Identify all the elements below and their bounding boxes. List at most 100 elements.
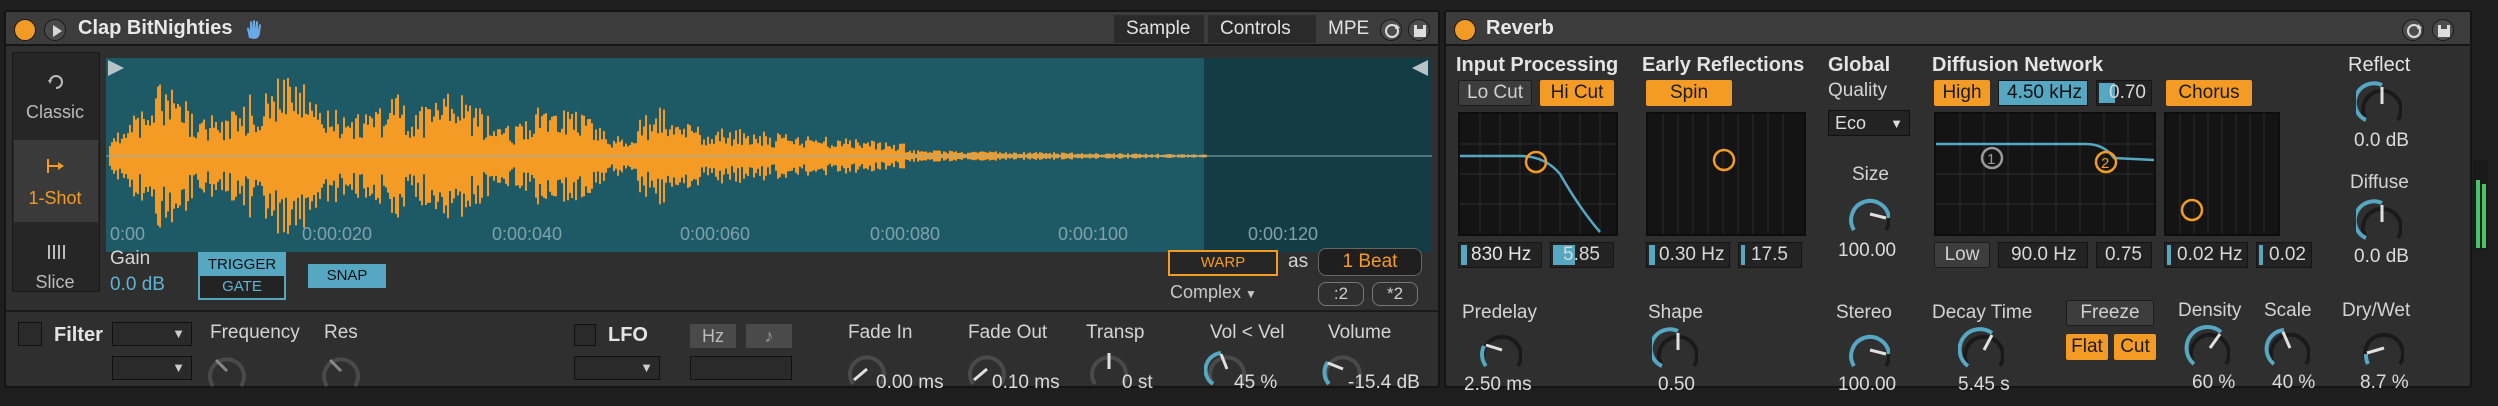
mode-oneshot[interactable] (14, 140, 98, 222)
hand-icon[interactable] (242, 18, 266, 42)
play-icon (53, 25, 62, 37)
diffuse-knob[interactable] (2356, 196, 2402, 242)
double-label: *2 (1386, 284, 1404, 303)
lo-cut-button[interactable]: Lo Cut (1458, 80, 1532, 106)
gain-label: Gain (110, 248, 151, 269)
hot-swap-button[interactable] (2402, 19, 2424, 41)
bottom-divider (6, 310, 1438, 312)
hot-swap-button[interactable] (1380, 19, 1402, 41)
low-freq-field[interactable]: 90.0 Hz (1998, 242, 2088, 268)
chorus-display[interactable] (2164, 112, 2280, 236)
warp-button[interactable]: WARP (1168, 250, 1278, 276)
half-tempo-button[interactable]: :2 (1318, 282, 1364, 306)
beat-length-field[interactable]: 1 Beat (1318, 248, 1422, 276)
save-preset-button[interactable] (2432, 19, 2454, 41)
lfo-hz-button[interactable]: Hz (690, 324, 736, 348)
transp-label: Transp (1086, 322, 1145, 343)
diffusion-node-2[interactable]: 2 (2101, 155, 2109, 172)
fade-in-value: 0.00 ms (876, 372, 944, 393)
device-on-toggle[interactable] (14, 19, 36, 41)
er-depth-field[interactable]: 17.5 (1738, 242, 1802, 268)
tab-mpe[interactable]: MPE (1328, 18, 1369, 40)
input-freq-field[interactable]: 830 Hz (1458, 242, 1542, 268)
high-q-field[interactable]: 0.70 (2096, 80, 2152, 106)
warp-mode-dropdown[interactable]: Complex ▼ (1170, 282, 1280, 306)
save-icon (2438, 25, 2450, 37)
diffusion-node-1[interactable]: 1 (1987, 151, 1995, 168)
diffusion-curve: 1 2 (1936, 114, 2154, 234)
er-amount-field[interactable]: 0.30 Hz (1646, 242, 1730, 268)
freeze-label: Freeze (2080, 302, 2140, 323)
stereo-knob[interactable] (1844, 324, 1890, 370)
play-button[interactable] (44, 19, 66, 41)
volume-label: Volume (1328, 322, 1392, 343)
chorus-grid (2179, 114, 2265, 234)
lfo-wave-dropdown[interactable]: ▼ (574, 356, 660, 380)
density-knob[interactable] (2184, 322, 2230, 368)
mode-classic[interactable] (14, 56, 98, 136)
snap-button[interactable]: SNAP (308, 264, 386, 288)
shape-knob[interactable] (1652, 324, 1698, 370)
time-tick-3: 0:00:060 (680, 224, 751, 244)
early-reflections-display[interactable] (1646, 112, 1806, 236)
spin-button[interactable]: Spin (1646, 80, 1732, 106)
quality-value: Eco (1835, 113, 1867, 133)
input-filter-display[interactable] (1458, 112, 1618, 236)
time-tick-5: 0:00:100 (1058, 224, 1129, 244)
filter-slope-dropdown[interactable]: ▼ (112, 356, 192, 380)
size-knob[interactable] (1844, 188, 1890, 234)
mode-oneshot-label: 1-Shot (28, 188, 82, 208)
low-q-field[interactable]: 0.75 (2096, 242, 2152, 268)
filter-checkbox[interactable] (18, 322, 42, 346)
size-label: Size (1852, 164, 1889, 185)
chorus-amount-value: 0.02 Hz (2177, 244, 2243, 265)
diffusion-display[interactable]: 1 2 (1934, 112, 2156, 236)
filter-label: Filter (54, 324, 103, 346)
double-tempo-button[interactable]: *2 (1372, 282, 1418, 306)
cut-button[interactable]: Cut (2114, 334, 2156, 360)
end-marker[interactable] (1412, 60, 1430, 78)
waveform-display[interactable]: 0:00 0:00:020 0:00:040 0:00:060 0:00:080… (106, 58, 1432, 252)
early-reflections-grid (1662, 114, 1784, 234)
dry-wet-knob[interactable] (2358, 322, 2404, 368)
dry-wet-label: Dry/Wet (2342, 300, 2411, 321)
lfo-sync-button[interactable]: ♪ (746, 324, 792, 348)
warp-mode-value: Complex (1170, 282, 1242, 302)
hi-cut-button[interactable]: Hi Cut (1540, 80, 1614, 106)
input-q-field[interactable]: 5.85 (1550, 242, 1614, 268)
chorus-amount-field[interactable]: 0.02 Hz (2164, 242, 2248, 268)
trigger-gate-toggle[interactable]: TRIGGER GATE (198, 252, 286, 300)
flat-button[interactable]: Flat (2066, 334, 2108, 360)
save-preset-button[interactable] (1408, 19, 1430, 41)
save-icon (1414, 25, 1426, 37)
as-label: as (1288, 251, 1309, 272)
chorus-depth-field[interactable]: 0.02 (2256, 242, 2312, 268)
chorus-button[interactable]: Chorus (2166, 80, 2252, 106)
time-tick-1: 0:00:020 (302, 224, 373, 244)
slice-icon (48, 245, 65, 259)
trigger-option[interactable]: TRIGGER (200, 254, 284, 276)
filter-type-dropdown[interactable]: ▼ (112, 322, 192, 346)
lfo-checkbox[interactable] (574, 324, 596, 346)
res-knob[interactable] (318, 348, 364, 394)
low-button[interactable]: Low (1934, 242, 1990, 268)
scale-knob[interactable] (2264, 322, 2310, 368)
start-marker[interactable] (108, 60, 126, 78)
mode-classic-label: Classic (25, 102, 84, 122)
high-button[interactable]: High (1934, 80, 1990, 106)
reverb-on-toggle[interactable] (1454, 19, 1476, 41)
gate-option[interactable]: GATE (200, 276, 284, 298)
freeze-button[interactable]: Freeze (2066, 300, 2154, 326)
quality-label: Quality (1828, 80, 1888, 101)
reflect-knob[interactable] (2356, 78, 2402, 124)
decay-time-knob[interactable] (1958, 324, 2004, 370)
high-freq-field[interactable]: 4.50 kHz (1998, 80, 2088, 106)
frequency-knob[interactable] (204, 348, 250, 394)
gain-value[interactable]: 0.0 dB (110, 274, 165, 296)
time-tick-0: 0:00 (110, 224, 146, 244)
lfo-rate-field[interactable] (690, 356, 792, 380)
loop-icon (48, 75, 63, 89)
frequency-label: Frequency (210, 322, 300, 343)
quality-dropdown[interactable]: Eco ▼ (1828, 110, 1910, 136)
predelay-knob[interactable] (1476, 324, 1522, 370)
